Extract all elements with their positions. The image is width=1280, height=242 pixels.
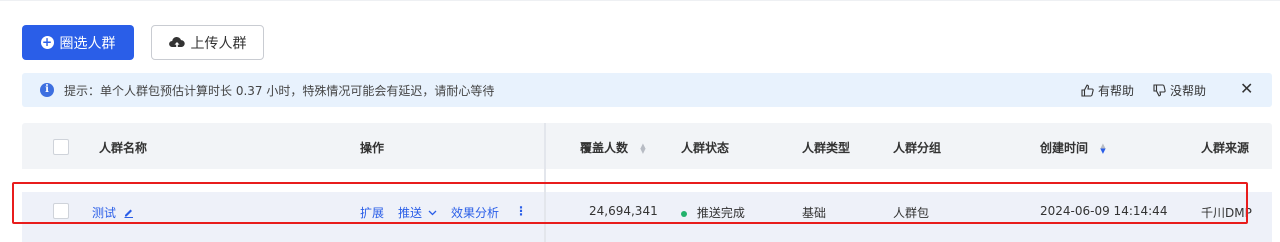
close-icon[interactable]: ✕ (1240, 79, 1253, 98)
top-divider (0, 0, 1280, 1)
sort-desc-icon[interactable]: ▲ ▼ (1100, 142, 1105, 154)
thumbs-down-icon (1153, 84, 1166, 97)
header-created-label: 创建时间 (1040, 141, 1089, 155)
header-group: 人群分组 (893, 141, 942, 155)
header-type: 人群类型 (802, 141, 851, 155)
cloud-upload-icon (168, 36, 185, 48)
highlight-box (12, 182, 1248, 224)
header-created[interactable]: 创建时间 ▲ ▼ (1040, 139, 1106, 156)
header-coverage[interactable]: 覆盖人数 ▲ ▼ (580, 139, 646, 156)
select-all-checkbox[interactable] (53, 139, 69, 155)
unhelpful-button[interactable]: 没帮助 (1153, 82, 1206, 99)
upload-crowd-button[interactable]: 上传人群 (151, 25, 264, 60)
header-coverage-label: 覆盖人数 (580, 141, 629, 155)
select-crowd-label: 圈选人群 (59, 35, 116, 52)
notice-bar: i 提示：单个人群包预估计算时长 0.37 小时，特殊情况可能会有延迟，请耐心等… (22, 73, 1272, 107)
helpful-button[interactable]: 有帮助 (1081, 82, 1134, 99)
header-source: 人群来源 (1201, 141, 1250, 155)
table-header: 人群名称 操作 覆盖人数 ▲ ▼ 人群状态 人群类型 人群分组 创建时间 ▲ ▼ 人… (22, 123, 1272, 169)
unhelpful-label: 没帮助 (1170, 84, 1207, 98)
header-name: 人群名称 (99, 141, 148, 155)
upload-crowd-label: 上传人群 (190, 35, 247, 52)
thumbs-up-icon (1081, 84, 1094, 97)
plus-circle-icon: + (40, 35, 54, 49)
header-actions: 操作 (360, 141, 385, 155)
select-crowd-button[interactable]: + 圈选人群 (22, 25, 134, 60)
helpful-label: 有帮助 (1098, 84, 1135, 98)
notice-text: 提示：单个人群包预估计算时长 0.37 小时，特殊情况可能会有延迟，请耐心等待 (64, 84, 495, 98)
header-status: 人群状态 (681, 141, 730, 155)
sort-icon[interactable]: ▲ ▼ (640, 142, 645, 154)
info-icon: i (40, 83, 54, 97)
